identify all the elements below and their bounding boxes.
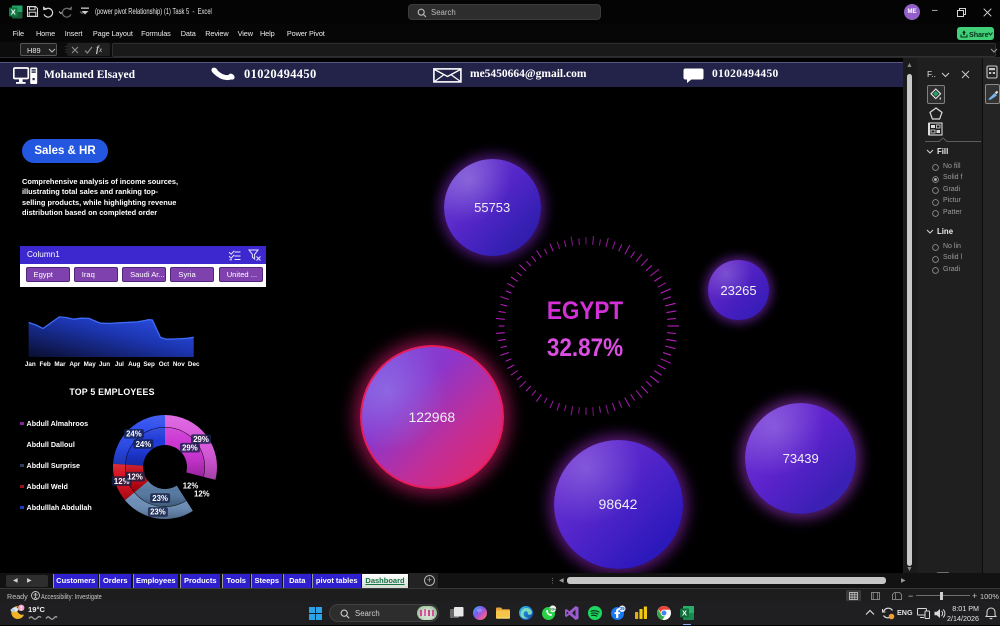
svg-text:93+: 93+ xyxy=(549,606,556,611)
svg-text:29%: 29% xyxy=(182,444,198,453)
svg-text:12%: 12% xyxy=(183,481,199,490)
svg-text:24%: 24% xyxy=(126,430,142,439)
svg-text:X: X xyxy=(682,609,687,618)
svg-text:12%: 12% xyxy=(127,473,143,482)
svg-text:25: 25 xyxy=(620,606,625,611)
svg-text:X: X xyxy=(11,8,16,17)
svg-text:12%: 12% xyxy=(194,490,210,499)
svg-text:23%: 23% xyxy=(150,508,166,517)
svg-text:24%: 24% xyxy=(136,440,152,449)
svg-text:23%: 23% xyxy=(152,494,168,503)
